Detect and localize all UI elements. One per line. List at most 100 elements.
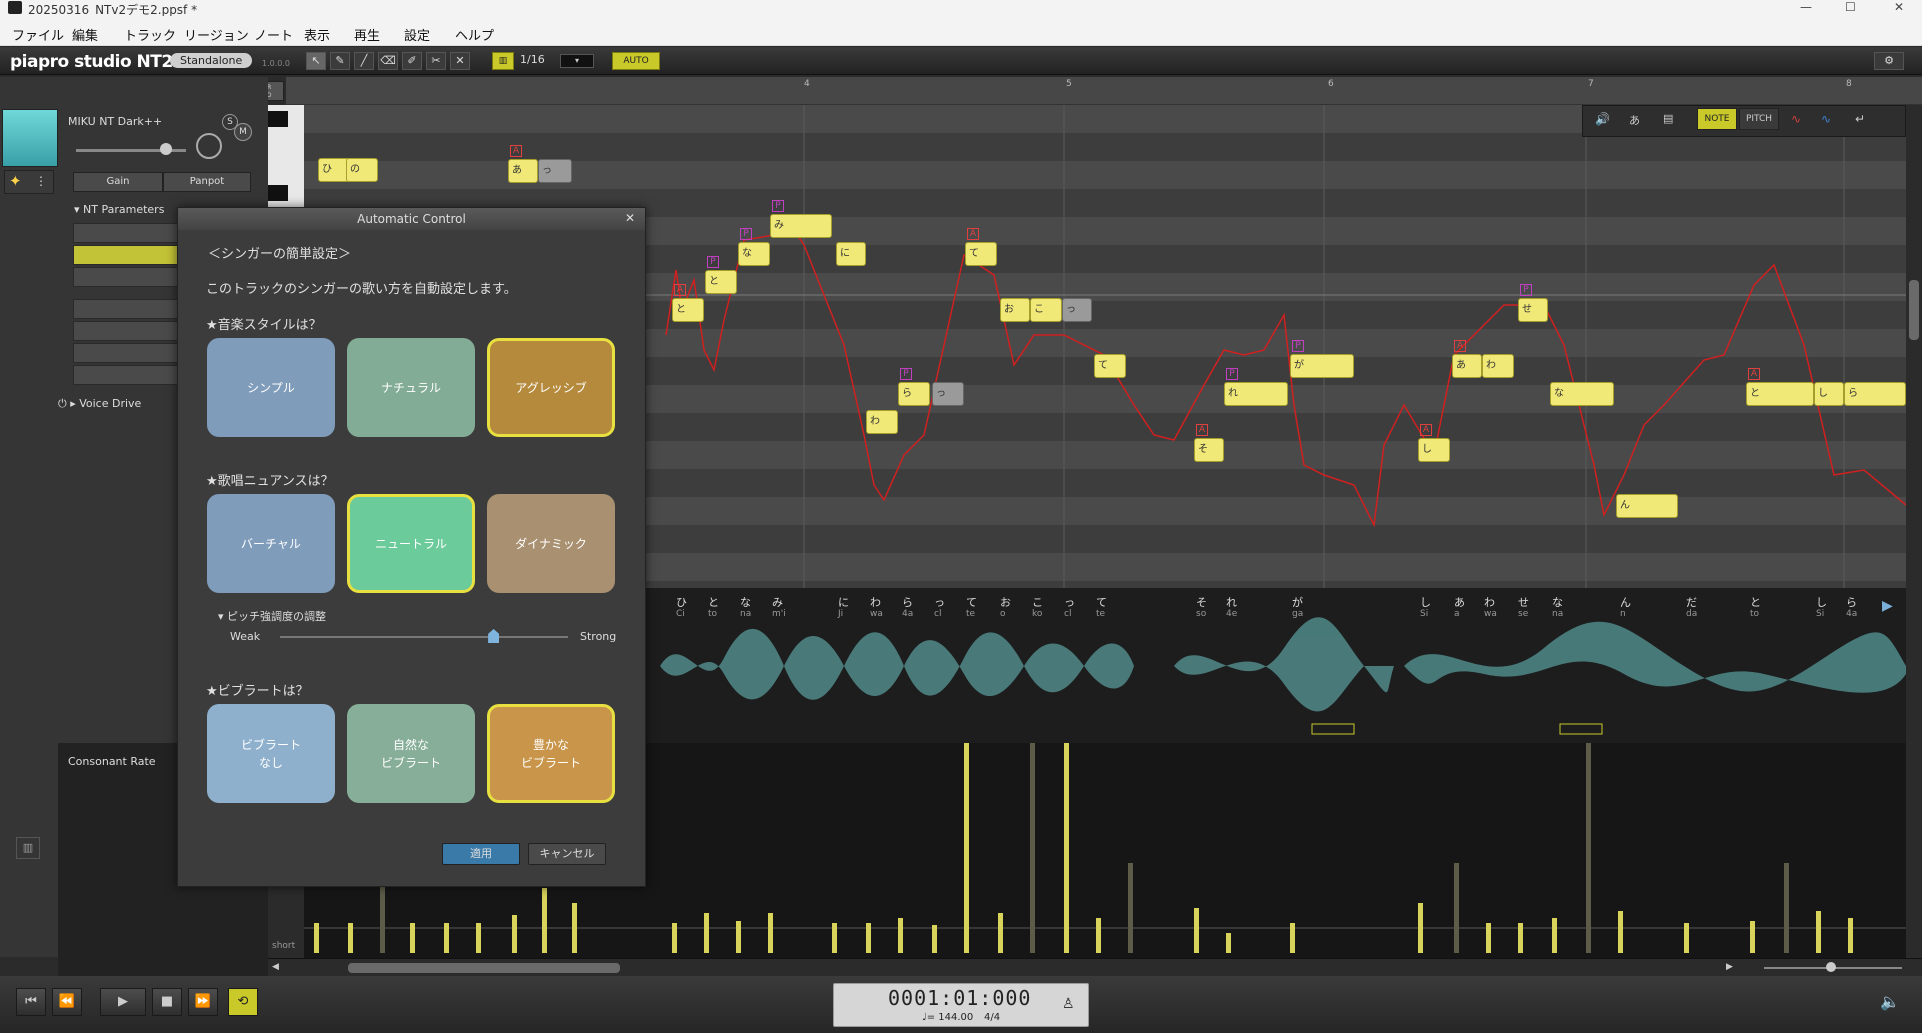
note-block[interactable]: と bbox=[672, 298, 704, 322]
attack-tag[interactable]: A bbox=[674, 284, 686, 296]
scrollbar-thumb[interactable] bbox=[348, 963, 620, 973]
play-button[interactable]: ▶ bbox=[100, 988, 146, 1016]
vibrato-natural-button[interactable]: 自然な ビブラート bbox=[347, 704, 475, 803]
pitch-tag[interactable]: P bbox=[707, 256, 719, 268]
note-block[interactable]: れ bbox=[1224, 382, 1288, 406]
volume-slider-thumb[interactable] bbox=[160, 143, 172, 155]
auto-star-icon[interactable]: ✦ bbox=[9, 172, 22, 190]
attack-tag[interactable]: A bbox=[1196, 424, 1208, 436]
track-tool-icons[interactable]: ✦ ⋮ bbox=[4, 170, 54, 194]
note-mode-button[interactable]: NOTE bbox=[1697, 108, 1737, 130]
style-simple-button[interactable]: シンプル bbox=[207, 338, 335, 437]
menu-region[interactable]: リージョン bbox=[184, 25, 249, 44]
select-tool-icon[interactable]: ↖ bbox=[306, 52, 326, 70]
waveform-play-icon[interactable]: ▶ bbox=[1882, 598, 1893, 614]
mute-tool-icon[interactable]: ✕ bbox=[450, 52, 470, 70]
vertical-scrollbar-thumb[interactable] bbox=[1909, 280, 1919, 340]
pitch-curve-icon[interactable]: ∿ bbox=[1791, 112, 1801, 126]
vertical-scrollbar[interactable] bbox=[1906, 105, 1922, 958]
menu-edit[interactable]: 編集 bbox=[72, 25, 98, 44]
menu-file[interactable]: ファイル bbox=[12, 25, 64, 44]
pencil-tool-icon[interactable]: ✎ bbox=[330, 52, 350, 70]
note-block[interactable]: し bbox=[1418, 438, 1450, 462]
note-block[interactable]: ん bbox=[1616, 494, 1678, 518]
quantize-value[interactable]: 1/16 bbox=[520, 53, 545, 66]
note-block[interactable]: て bbox=[965, 242, 997, 266]
fast-forward-button[interactable]: ⏩ bbox=[188, 988, 218, 1016]
eraser-tool-icon[interactable]: ⌫ bbox=[378, 52, 398, 70]
note-block[interactable]: に bbox=[836, 242, 866, 266]
note-block[interactable]: せ bbox=[1518, 298, 1548, 322]
knife-tool-icon[interactable]: ✂ bbox=[426, 52, 446, 70]
note-block[interactable]: あ bbox=[508, 159, 538, 183]
phoneme-display-icon[interactable]: ▤ bbox=[1663, 112, 1673, 125]
note-block[interactable]: ら bbox=[1844, 382, 1906, 406]
style-natural-button[interactable]: ナチュラル bbox=[347, 338, 475, 437]
menu-note[interactable]: ノート bbox=[254, 25, 293, 44]
bar-chart-icon[interactable]: ▥ bbox=[16, 837, 40, 859]
attack-tag[interactable]: A bbox=[510, 145, 522, 157]
nuance-virtual-button[interactable]: バーチャル bbox=[207, 494, 335, 593]
cancel-button[interactable]: キャンセル bbox=[528, 843, 606, 865]
pitch-mode-button[interactable]: PITCH bbox=[1739, 108, 1779, 130]
speaker-icon[interactable]: 🔊 bbox=[1595, 112, 1610, 126]
zoom-slider-thumb[interactable] bbox=[1826, 962, 1836, 972]
meter-value[interactable]: 4/4 bbox=[984, 1012, 1000, 1023]
pan-knob[interactable] bbox=[196, 133, 222, 159]
style-aggressive-button[interactable]: アグレッシブ bbox=[487, 338, 615, 437]
pitch-emphasis-slider[interactable] bbox=[280, 636, 568, 638]
note-block[interactable]: な bbox=[1550, 382, 1614, 406]
scroll-right-icon[interactable]: ▶ bbox=[1726, 962, 1733, 972]
note-block[interactable]: し bbox=[1814, 382, 1844, 406]
pitch-tag[interactable]: P bbox=[740, 228, 752, 240]
rewind-button[interactable]: ⏪ bbox=[52, 988, 82, 1016]
voice-drive-header[interactable]: ⏻ ▸ Voice Drive bbox=[58, 397, 141, 411]
nt-parameters-header[interactable]: ▾ NT Parameters bbox=[74, 203, 164, 216]
attack-tag[interactable]: A bbox=[1454, 340, 1466, 352]
quantize-dropdown[interactable]: ▾ bbox=[560, 54, 594, 68]
volume-icon[interactable]: 🔈 bbox=[1880, 992, 1900, 1011]
pitch-adjust-header[interactable]: ▾ ピッチ強調度の調整 bbox=[218, 608, 326, 624]
attack-tag[interactable]: A bbox=[967, 228, 979, 240]
note-block[interactable]: っ bbox=[932, 382, 964, 406]
grid-icon[interactable]: ▥ bbox=[492, 52, 514, 70]
note-block[interactable]: と bbox=[1746, 382, 1814, 406]
vibrato-rich-button[interactable]: 豊かな ビブラート bbox=[487, 704, 615, 803]
note-block[interactable]: わ bbox=[1482, 354, 1514, 378]
track-menu-icon[interactable]: ⋮ bbox=[35, 174, 47, 188]
menu-play[interactable]: 再生 bbox=[354, 25, 380, 44]
gain-button[interactable]: Gain bbox=[73, 172, 163, 192]
mute-button[interactable]: M bbox=[234, 123, 252, 141]
note-block[interactable]: み bbox=[770, 214, 832, 238]
close-window-button[interactable]: ✕ bbox=[1894, 0, 1904, 14]
attack-tag[interactable]: A bbox=[1748, 368, 1760, 380]
nuance-neutral-button[interactable]: ニュートラル bbox=[347, 494, 475, 593]
stop-button[interactable]: ■ bbox=[152, 988, 182, 1016]
horizontal-scrollbar[interactable]: ◀ ▶ bbox=[268, 958, 1922, 976]
menu-track[interactable]: トラック bbox=[124, 25, 176, 44]
pitch-tag[interactable]: P bbox=[1226, 368, 1238, 380]
note-block[interactable]: そ bbox=[1194, 438, 1224, 462]
pitch-emphasis-slider-thumb[interactable] bbox=[488, 629, 500, 643]
auto-button[interactable]: AUTO bbox=[612, 52, 660, 70]
panpot-button[interactable]: Panpot bbox=[163, 172, 251, 192]
note-block[interactable]: て bbox=[1094, 354, 1126, 378]
apply-button[interactable]: 適用 bbox=[442, 843, 520, 865]
loop-icon[interactable]: ⟲ bbox=[228, 988, 258, 1016]
tempo-value[interactable]: ♩= 144.00 bbox=[922, 1012, 973, 1023]
note-block[interactable]: あ bbox=[1452, 354, 1482, 378]
pitch-tag[interactable]: P bbox=[1292, 340, 1304, 352]
go-to-start-button[interactable]: ⏮ bbox=[16, 988, 46, 1016]
note-block[interactable]: が bbox=[1290, 354, 1354, 378]
note-block[interactable]: っ bbox=[538, 159, 572, 183]
note-block[interactable]: お bbox=[1000, 298, 1030, 322]
vibrato-none-button[interactable]: ビブラート なし bbox=[207, 704, 335, 803]
note-block[interactable]: っ bbox=[1062, 298, 1092, 322]
attack-tag[interactable]: A bbox=[1420, 424, 1432, 436]
note-block[interactable]: な bbox=[738, 242, 770, 266]
metronome-icon[interactable]: ♙ bbox=[1062, 996, 1075, 1012]
nuance-dynamic-button[interactable]: ダイナミック bbox=[487, 494, 615, 593]
note-block[interactable]: こ bbox=[1030, 298, 1062, 322]
menu-settings[interactable]: 設定 bbox=[404, 25, 430, 44]
pitch-tag[interactable]: P bbox=[900, 368, 912, 380]
